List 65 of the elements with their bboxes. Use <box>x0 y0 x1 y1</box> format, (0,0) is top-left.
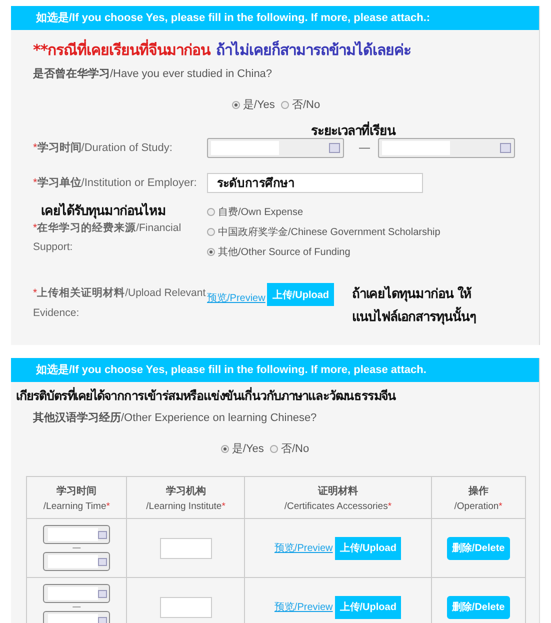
range-separator: — <box>72 544 82 552</box>
column-header: /Certificates Accessories <box>284 500 388 512</box>
annotation-text: เคยได้รับทุนมาก่อนไหม <box>40 205 166 219</box>
radio-label: 是/Yes <box>242 98 275 112</box>
date-field[interactable] <box>207 138 344 158</box>
preview-link[interactable]: 预览/Preview <box>207 291 266 305</box>
upload-button[interactable]: 上传/Upload <box>334 536 402 560</box>
annotation-text: **กรณีที่เคยเรียนที่จีนมาก่อน <box>33 38 210 61</box>
question-label: 其他汉语学习经历/Other Experience on learning Chinese? <box>32 410 318 425</box>
radio-label: 自费/Own Expense <box>218 206 304 219</box>
date-field[interactable] <box>43 525 110 544</box>
section-header: 如选是/If you choose Yes, please fill in the following. If more, please attach.: <box>11 6 539 30</box>
calendar-icon[interactable] <box>500 143 511 153</box>
column-header: /Learning Time <box>43 500 106 512</box>
annotation-text: เกียรติบัตรที่เคยได้จากการเข้าร่สมหรือแข่งขันเกี่นวกับภาษาและวัฒนธรรมจีน <box>15 386 397 405</box>
question-label: 是否曾在华学习/Have you ever studied in China? <box>33 66 274 81</box>
delete-button[interactable]: 删除/Delete <box>446 596 510 618</box>
column-header: 学习机构 <box>164 484 207 498</box>
delete-button[interactable]: 删除/Delete <box>446 536 510 560</box>
radio-label: 其他/Other Source of Funding <box>218 246 350 259</box>
required-mark: * <box>388 500 392 512</box>
calendar-icon[interactable] <box>98 616 108 623</box>
range-separator: — <box>359 142 370 154</box>
column-header: 学习时间 <box>56 484 98 498</box>
column-header: 证明材料 <box>316 484 359 498</box>
range-separator: — <box>72 603 82 611</box>
input-field[interactable]: ระดับการศึกษา <box>207 173 423 193</box>
radio-label: 中国政府奖学金/Chinese Government Scholarship <box>218 226 440 239</box>
column-header: /Learning Institute <box>146 500 222 512</box>
radio-button[interactable] <box>270 444 278 452</box>
calendar-icon[interactable] <box>329 143 340 153</box>
input-field[interactable] <box>160 596 212 618</box>
radio-button[interactable] <box>232 100 240 108</box>
radio-label: 否/No <box>280 442 310 456</box>
upload-button[interactable]: 上传/Upload <box>334 596 402 618</box>
date-field[interactable] <box>43 552 110 571</box>
annotation-text: ถ้าเคยไดทุนมาก่อน ให้แนบไฟล์เอกสารทุนนั้นๆ <box>352 284 477 327</box>
preview-link[interactable]: 预览/Preview <box>274 600 333 614</box>
input-field[interactable] <box>160 538 212 558</box>
radio-label: 是/Yes <box>232 442 264 456</box>
calendar-icon[interactable] <box>98 590 108 598</box>
column-header: /Operation <box>454 500 499 512</box>
annotation-text: ระยะเวลาที่เรียน <box>311 124 396 139</box>
section-header: 如选是/If you choose Yes, please fill in the following. If more, please attach. <box>11 358 539 382</box>
field-label: *学习单位/Institution or Employer: <box>33 177 197 189</box>
calendar-icon[interactable] <box>98 530 108 538</box>
radio-button[interactable] <box>207 208 215 216</box>
upload-button[interactable]: 上传/Upload <box>267 283 334 306</box>
date-field[interactable] <box>378 138 515 158</box>
radio-button[interactable] <box>207 228 215 236</box>
calendar-icon[interactable] <box>98 558 108 566</box>
radio-button[interactable] <box>207 248 215 256</box>
field-label: *在华学习的经费来源/Financial Support: <box>33 221 182 255</box>
radio-label: 否/No <box>292 98 320 112</box>
radio-button[interactable] <box>280 100 289 108</box>
required-mark: * <box>498 500 502 512</box>
field-label: *学习时间/Duration of Study: <box>33 142 172 154</box>
annotation-text: ถ้าไม่เคยก็สามารถข้ามได้เลยค่ะ <box>216 40 412 61</box>
preview-link[interactable]: 预览/Preview <box>274 541 333 555</box>
required-mark: * <box>106 500 110 512</box>
radio-button[interactable] <box>220 444 229 452</box>
required-mark: * <box>222 500 226 512</box>
date-field[interactable] <box>43 584 110 603</box>
column-header: 操作 <box>467 484 490 498</box>
field-label: *上传相关证明材料/Upload Relevant Evidence: <box>33 286 207 321</box>
